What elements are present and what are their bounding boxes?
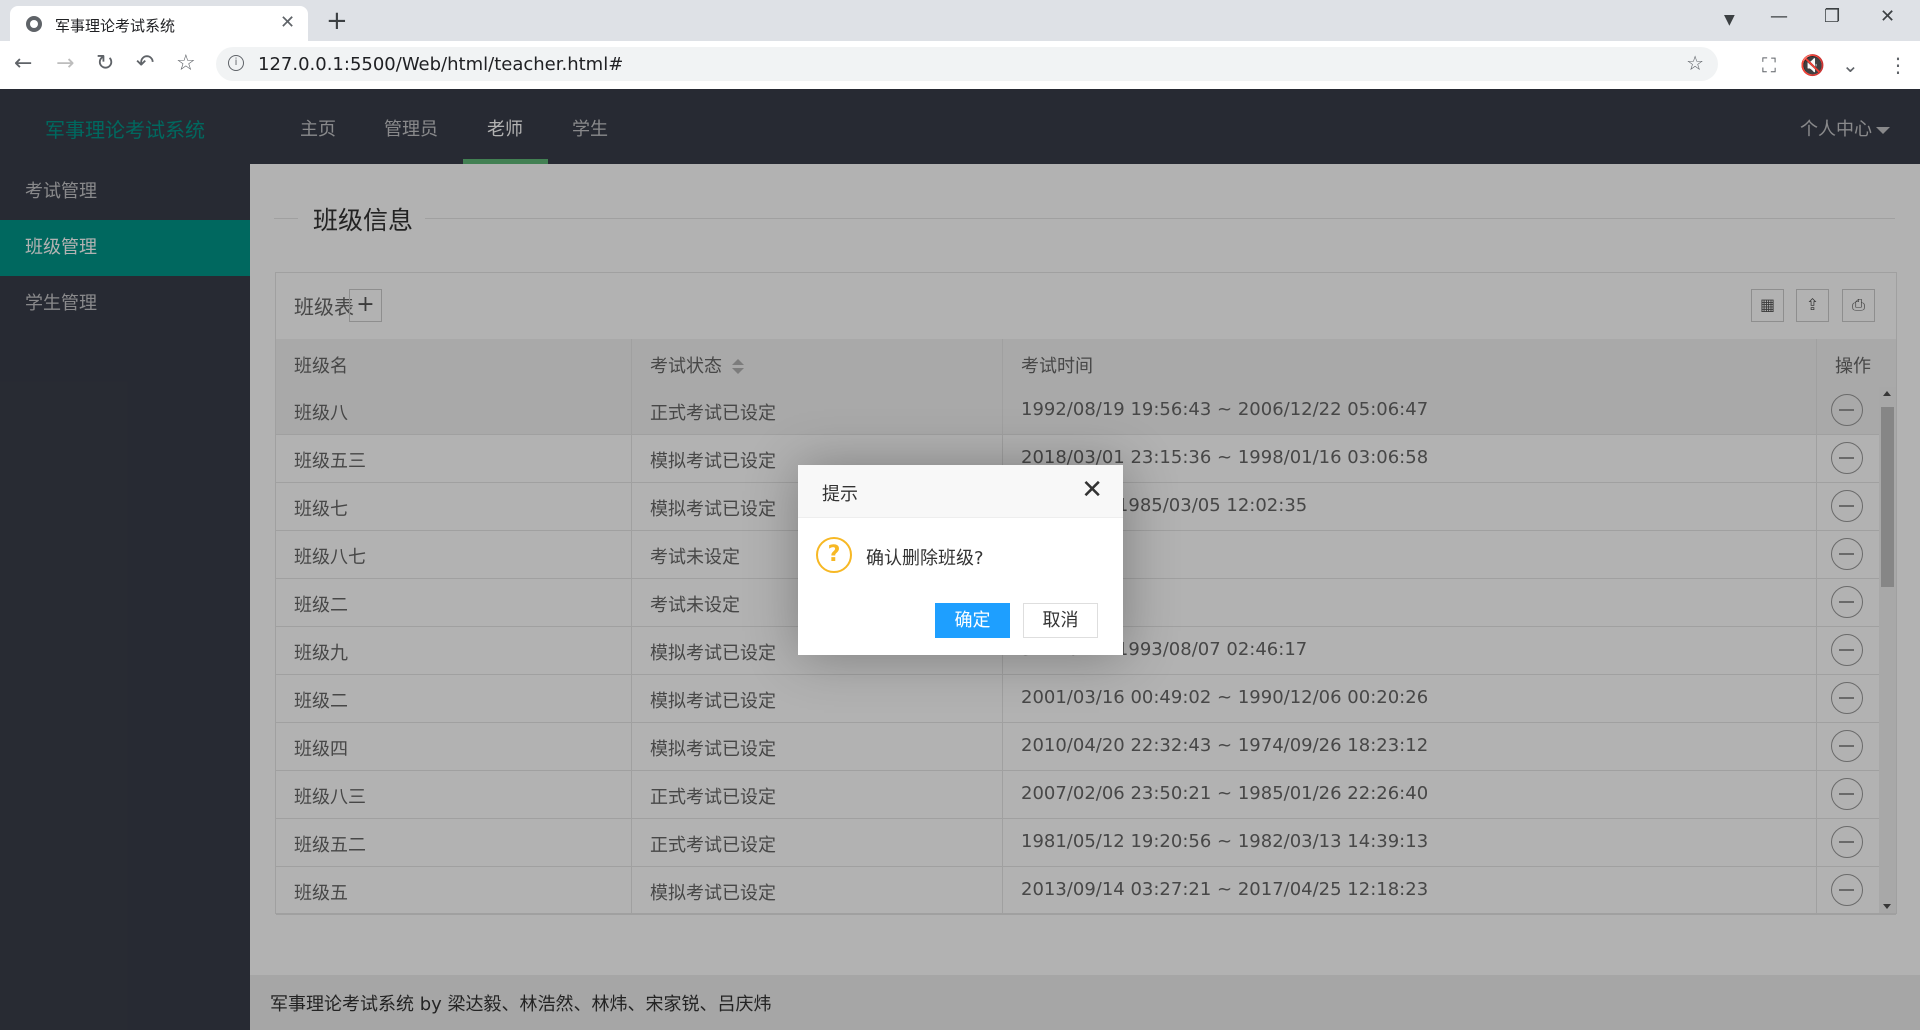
address-bar[interactable]: i 127.0.0.1:5500/Web/html/teacher.html# …	[216, 47, 1718, 81]
mute-icon[interactable]: 🔇	[1800, 53, 1825, 77]
reload-icon[interactable]: ↻	[96, 51, 114, 76]
dialog-message: 确认删除班级?	[866, 548, 984, 569]
extensions-icon[interactable]: ⌄	[1842, 53, 1859, 77]
tab-title: 军事理论考试系统	[55, 17, 176, 35]
browser-tabstrip: 军事理论考试系统 ✕ + ▼ — ❐ ✕	[0, 0, 1920, 41]
new-tab-icon[interactable]: +	[326, 6, 348, 36]
tab-search-icon[interactable]: ▼	[1724, 12, 1735, 28]
back-icon[interactable]: ←	[14, 51, 32, 76]
confirm-button[interactable]: 确定	[935, 603, 1010, 638]
cancel-button[interactable]: 取消	[1023, 603, 1098, 638]
close-icon[interactable]: ✕	[1081, 475, 1103, 505]
globe-icon	[26, 16, 42, 32]
bookmark-star-icon[interactable]: ☆	[176, 51, 196, 76]
undo-icon[interactable]: ↶	[136, 51, 154, 76]
forward-icon[interactable]: →	[56, 51, 74, 76]
restore-icon[interactable]: ❐	[1824, 6, 1840, 27]
dialog-title: 提示	[822, 484, 858, 505]
menu-icon[interactable]: ⋮	[1888, 53, 1908, 77]
page: 军事理论考试系统 主页 管理员 老师 学生 个人中心 考试管理 班级管理 学生管…	[0, 89, 1920, 1030]
site-info-icon[interactable]: i	[228, 55, 244, 71]
crop-icon[interactable]: ⛶	[1762, 53, 1776, 77]
tab-close-icon[interactable]: ✕	[280, 12, 295, 33]
window-close-icon[interactable]: ✕	[1880, 6, 1895, 27]
bookmark-icon[interactable]: ☆	[1686, 51, 1704, 75]
url-text[interactable]: 127.0.0.1:5500/Web/html/teacher.html#	[258, 54, 623, 75]
browser-toolbar: ← → ↻ ↶ ☆ i 127.0.0.1:5500/Web/html/teac…	[0, 41, 1920, 90]
browser-tab[interactable]: 军事理论考试系统 ✕	[10, 6, 308, 41]
confirm-dialog: 提示 ✕ ? 确认删除班级? 确定 取消	[798, 465, 1123, 655]
minimize-icon[interactable]: —	[1770, 6, 1788, 27]
dialog-header: 提示 ✕	[798, 465, 1123, 518]
question-icon: ?	[816, 537, 852, 573]
